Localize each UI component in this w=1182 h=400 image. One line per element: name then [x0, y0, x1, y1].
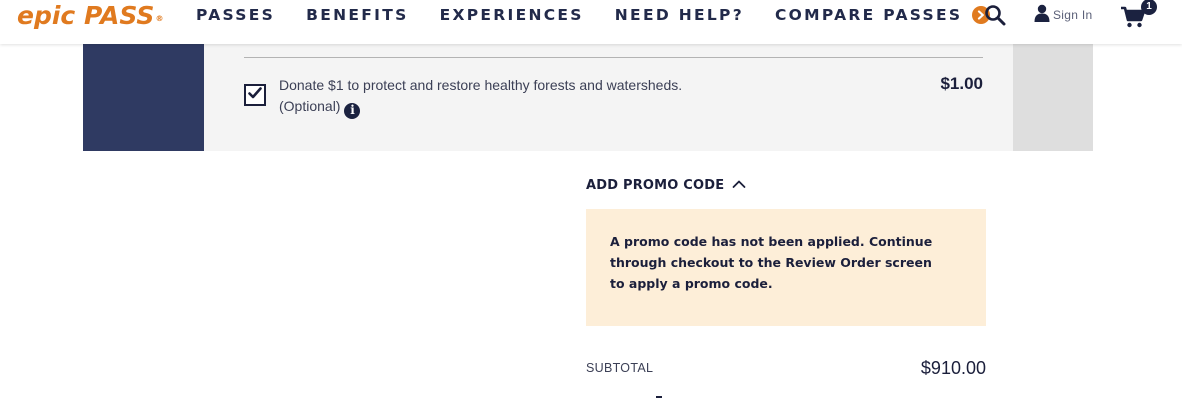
- nav-compare-passes[interactable]: COMPARE PASSES: [775, 6, 991, 24]
- nav-passes[interactable]: PASSES: [196, 6, 275, 24]
- info-icon[interactable]: i: [344, 102, 361, 119]
- main-nav: PASSES BENEFITS EXPERIENCES NEED HELP? C…: [196, 4, 991, 26]
- checkmark-icon: [248, 86, 262, 104]
- donation-description: Donate $1 to protect and restore healthy…: [279, 75, 799, 119]
- promo-toggle-label: ADD PROMO CODE: [586, 178, 725, 193]
- cut-off-text-fragment: [656, 396, 662, 398]
- donation-optional-label: (Optional): [279, 98, 341, 114]
- subtotal-value: $910.00: [920, 358, 986, 378]
- user-icon: [1034, 4, 1050, 27]
- donation-line-2-wrap: (Optional) i: [279, 96, 799, 119]
- nav-need-help[interactable]: NEED HELP?: [615, 6, 744, 24]
- donate-checkbox[interactable]: [244, 84, 266, 106]
- donation-section: Donate $1 to protect and restore healthy…: [83, 44, 1093, 151]
- cart-button[interactable]: 1: [1120, 0, 1160, 30]
- divider: [244, 57, 983, 58]
- sign-in-label: Sign In: [1053, 8, 1093, 22]
- promo-notice: A promo code has not been applied. Conti…: [586, 209, 986, 326]
- epic-pass-logo[interactable]: epic PASS®: [17, 1, 163, 31]
- registered-mark: ®: [155, 14, 164, 23]
- cart-count-badge: 1: [1141, 0, 1157, 15]
- sign-in-link[interactable]: Sign In: [1034, 4, 1092, 26]
- donation-line-1: Donate $1 to protect and restore healthy…: [279, 77, 683, 93]
- subtotal-label: SUBTOTAL: [586, 361, 654, 375]
- add-promo-code-toggle[interactable]: ADD PROMO CODE: [586, 178, 746, 193]
- nav-experiences[interactable]: EXPERIENCES: [440, 6, 584, 24]
- donation-price: $1.00: [940, 74, 983, 93]
- site-header: epic PASS® PASSES BENEFITS EXPERIENCES N…: [0, 0, 1182, 44]
- band-grey-panel: [1013, 44, 1093, 151]
- nav-benefits[interactable]: BENEFITS: [306, 6, 408, 24]
- band-navy-panel: [83, 44, 204, 151]
- promo-notice-text: A promo code has not been applied. Conti…: [610, 234, 933, 291]
- search-icon[interactable]: [983, 3, 1007, 27]
- logo-text: epic PASS: [17, 1, 155, 30]
- chevron-up-icon: [724, 178, 746, 193]
